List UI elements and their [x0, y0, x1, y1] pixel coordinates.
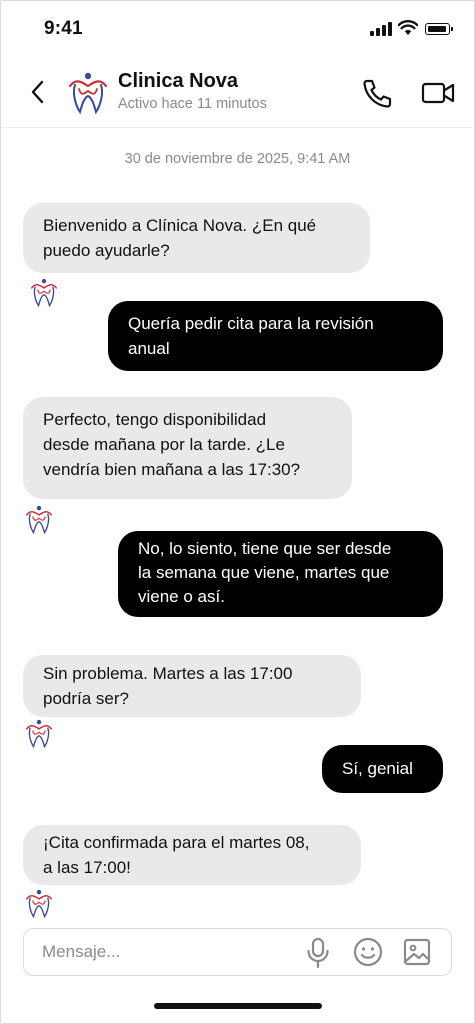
header-divider	[1, 127, 473, 128]
message-bubble-incoming[interactable]: Bienvenido a Clínica Nova. ¿En qué puedo…	[23, 203, 370, 273]
message-bubble-incoming[interactable]: Sin problema. Martes a las 17:00 podría …	[23, 655, 361, 717]
message-text-line: No, lo siento, tiene que ser desde	[138, 539, 392, 558]
sender-avatar	[25, 505, 53, 534]
message-text-line: ¡Cita confirmada para el martes 08,	[43, 833, 310, 852]
message-text-line: la semana que viene, martes que	[138, 563, 390, 582]
contact-status: Activo hace 11 minutos	[118, 96, 267, 112]
contact-name[interactable]: Clinica Nova	[118, 70, 238, 93]
cellular-signal-icon	[370, 22, 392, 36]
battery-icon	[425, 23, 453, 35]
avatar[interactable]	[66, 70, 110, 114]
message-text-line: Bienvenido a Clínica Nova. ¿En qué	[43, 216, 317, 235]
chevron-left-icon[interactable]	[28, 78, 48, 106]
message-bubble-outgoing[interactable]: No, lo siento, tiene que ser desde la se…	[118, 531, 443, 617]
message-text-line: anual	[128, 339, 170, 358]
home-indicator[interactable]	[154, 1003, 322, 1009]
video-camera-icon[interactable]	[420, 77, 456, 109]
image-icon[interactable]	[402, 937, 432, 967]
conversation-timestamp: 30 de noviembre de 2025, 9:41 AM	[124, 151, 351, 167]
message-input[interactable]	[42, 938, 292, 966]
smiley-icon[interactable]	[352, 936, 384, 968]
message-text-line: podría ser?	[43, 689, 129, 708]
message-bubble-incoming[interactable]: ¡Cita confirmada para el martes 08, a la…	[23, 825, 361, 885]
message-text-line: vendría bien mañana a las 17:30?	[43, 460, 301, 479]
sender-avatar	[25, 889, 53, 918]
message-text-line: desde mañana por la tarde. ¿Le	[43, 435, 285, 454]
message-text-line: Sí, genial	[342, 759, 413, 778]
message-text-line: puedo ayudarle?	[43, 241, 170, 260]
message-bubble-outgoing[interactable]: Sí, genial	[322, 745, 443, 793]
message-text-line: Sin problema. Martes a las 17:00	[43, 664, 293, 683]
microphone-icon[interactable]	[304, 936, 332, 970]
message-composer	[23, 928, 452, 976]
message-text-line: a las 17:00!	[43, 858, 131, 877]
sender-avatar	[25, 719, 53, 748]
message-bubble-incoming[interactable]: Perfecto, tengo disponibilidad desde mañ…	[23, 397, 352, 499]
message-text-line: viene o así.	[138, 587, 225, 606]
message-bubble-outgoing[interactable]: Quería pedir cita para la revisión anual	[108, 301, 443, 371]
wifi-icon	[398, 20, 418, 35]
message-text-line: Perfecto, tengo disponibilidad	[43, 410, 267, 429]
message-text-line: Quería pedir cita para la revisión	[128, 314, 374, 333]
status-time: 9:41	[44, 18, 83, 39]
phone-icon[interactable]	[360, 77, 394, 109]
sender-avatar	[30, 278, 58, 307]
